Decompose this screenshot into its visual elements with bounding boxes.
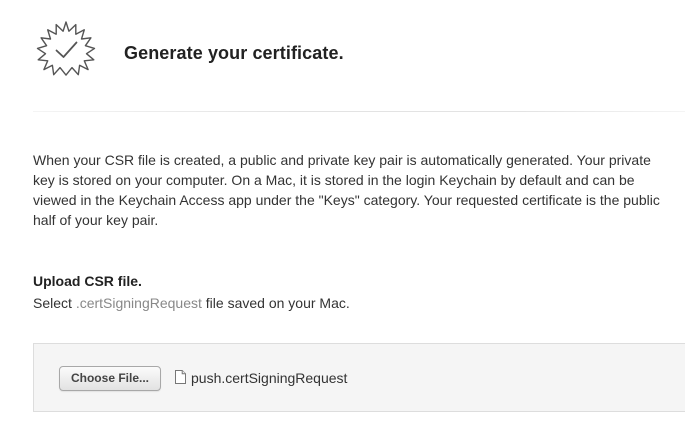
upload-csr-heading: Upload CSR file. xyxy=(33,273,142,289)
page-header: Generate your certificate. xyxy=(0,0,685,112)
hint-suffix: file saved on your Mac. xyxy=(201,295,350,311)
header-divider xyxy=(33,111,685,112)
document-icon xyxy=(175,370,186,384)
certificate-upload-page: Generate your certificate. When your CSR… xyxy=(0,0,685,437)
choose-file-button[interactable]: Choose File... xyxy=(59,366,161,391)
hint-file-extension: .certSigningRequest xyxy=(75,295,202,311)
upload-csr-hint: Select .certSigningRequest file saved on… xyxy=(33,295,350,311)
certificate-check-badge-icon xyxy=(36,21,96,76)
selected-file-name: push.certSigningRequest xyxy=(191,370,348,386)
intro-paragraph: When your CSR file is created, a public … xyxy=(33,152,660,228)
file-upload-panel: Choose File... push.certSigningRequest xyxy=(33,343,685,412)
hint-prefix: Select xyxy=(33,295,76,311)
page-title: Generate your certificate. xyxy=(124,43,344,63)
